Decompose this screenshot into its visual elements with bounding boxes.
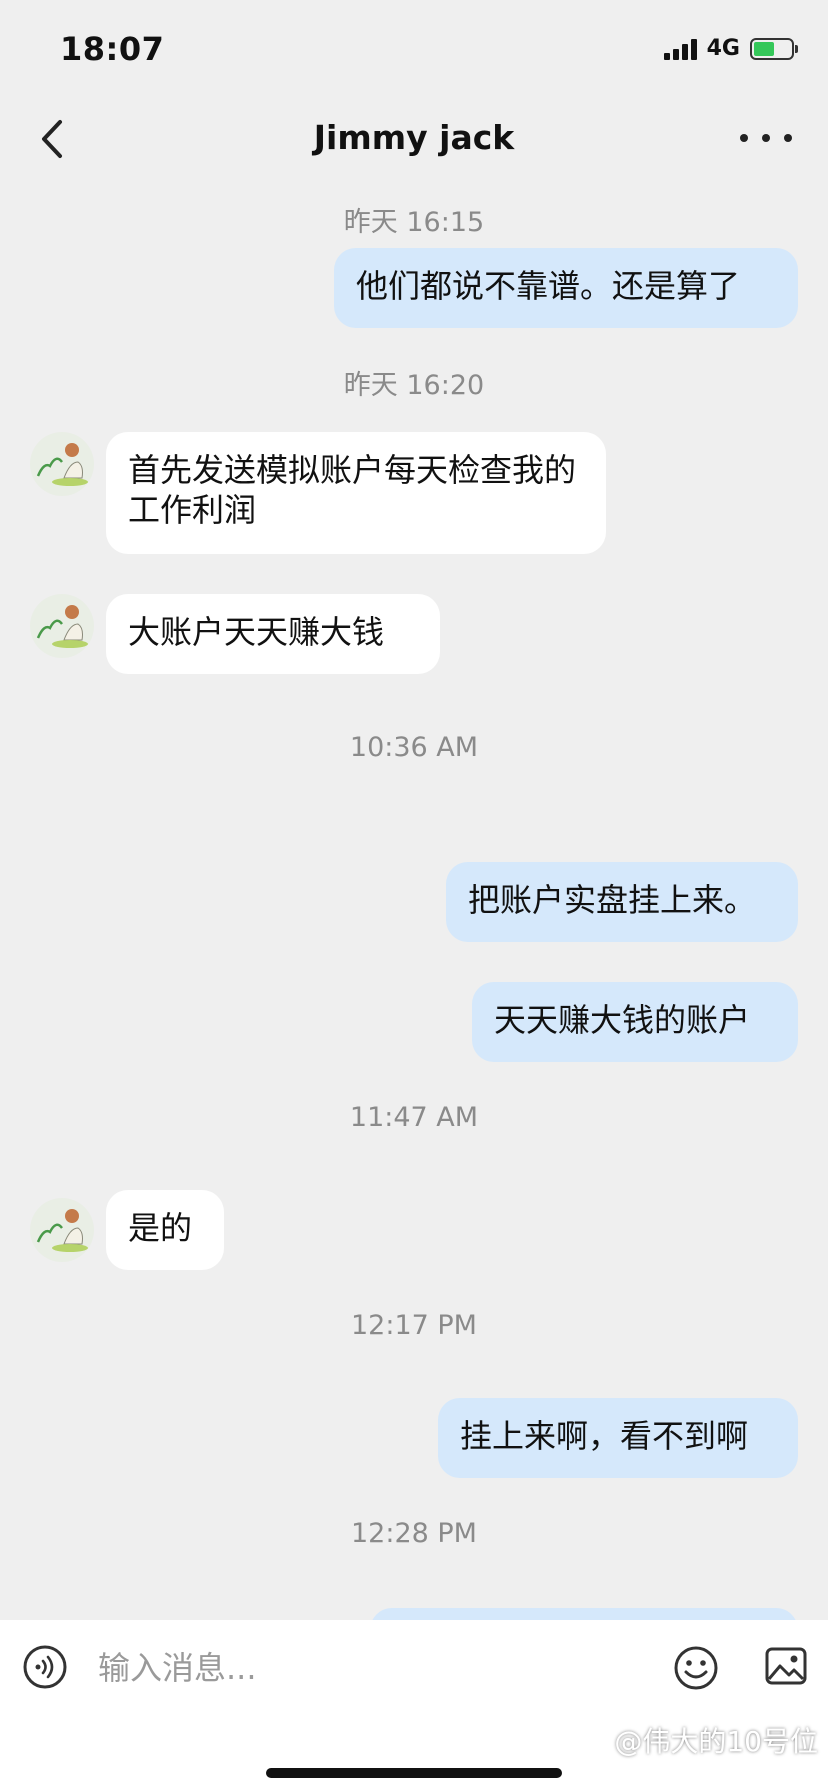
- signal-icon: [663, 38, 697, 60]
- message-timestamp: 昨天 16:15: [343, 207, 485, 238]
- battery-icon: [750, 37, 798, 60]
- message-timestamp: 10:36 AM: [349, 732, 479, 763]
- message-input[interactable]: [98, 1648, 558, 1688]
- contact-avatar[interactable]: [30, 594, 94, 658]
- contact-avatar[interactable]: [30, 1198, 94, 1262]
- status-time: 18:07: [60, 30, 165, 68]
- watermark: @伟大的10号位: [614, 1725, 818, 1758]
- avatar-image-icon: [36, 1209, 88, 1252]
- dot-icon: [740, 134, 748, 142]
- message-timestamp: 11:47 AM: [349, 1102, 479, 1133]
- outgoing-message[interactable]: 把账户实盘挂上来。: [446, 862, 798, 942]
- incoming-message[interactable]: 大账户天天赚大钱: [106, 594, 440, 674]
- chat-title: Jimmy jack: [313, 118, 515, 157]
- contact-avatar[interactable]: [30, 432, 94, 496]
- voice-button[interactable]: [22, 1644, 68, 1690]
- dot-icon: [762, 134, 770, 142]
- more-options-button[interactable]: [740, 126, 792, 150]
- outgoing-message[interactable]: 他们都说不靠谱。还是算了: [334, 248, 798, 328]
- image-icon: [765, 1647, 807, 1685]
- status-indicators: 4G: [663, 36, 798, 61]
- dot-icon: [784, 134, 792, 142]
- outgoing-message[interactable]: 挂上来啊，看不到啊: [438, 1398, 798, 1478]
- emoji-button[interactable]: [672, 1644, 720, 1692]
- avatar-image-icon: [36, 443, 88, 486]
- avatar-image-icon: [36, 605, 88, 648]
- chat-messages[interactable]: 昨天 16:15 他们都说不靠谱。还是算了 昨天 16:20 首先发送模拟账户每…: [0, 180, 828, 1620]
- home-indicator: [266, 1768, 562, 1778]
- incoming-message[interactable]: 是的: [106, 1190, 224, 1270]
- message-timestamp: 12:17 PM: [351, 1310, 477, 1341]
- message-timestamp: 12:28 PM: [351, 1518, 477, 1549]
- outgoing-message[interactable]: 天天赚大钱的账户: [472, 982, 798, 1062]
- message-input-bar: @伟大的10号位: [0, 1620, 828, 1792]
- image-button[interactable]: [764, 1644, 808, 1688]
- outgoing-message-partial[interactable]: [370, 1608, 798, 1620]
- incoming-message[interactable]: 首先发送模拟账户每天检查我的工作利润: [106, 432, 606, 554]
- nav-bar: Jimmy jack: [0, 100, 828, 180]
- emoji-icon: [674, 1646, 718, 1690]
- message-timestamp: 昨天 16:20: [343, 370, 485, 401]
- voice-icon: [23, 1645, 67, 1689]
- status-bar: 18:07 4G: [0, 0, 828, 100]
- network-label: 4G: [706, 36, 740, 61]
- battery-level: [754, 41, 774, 56]
